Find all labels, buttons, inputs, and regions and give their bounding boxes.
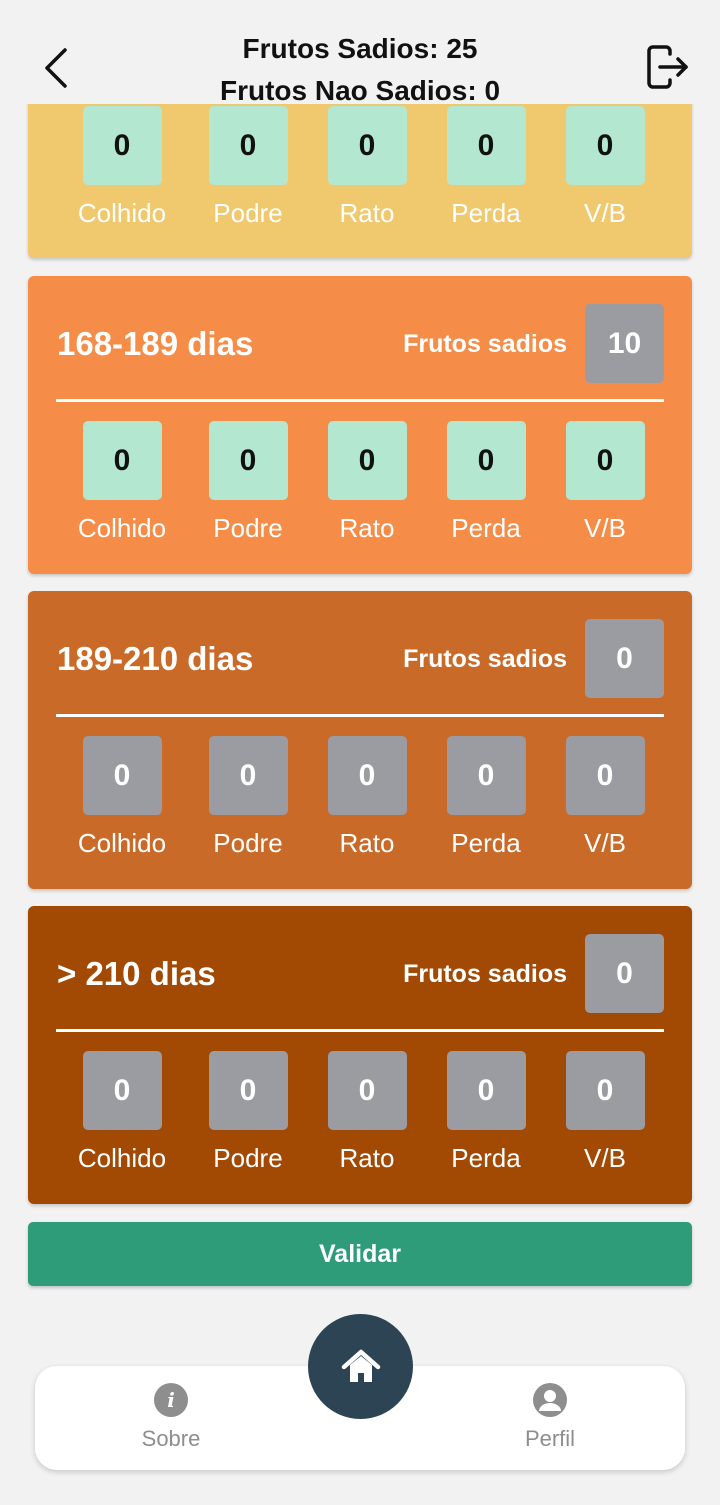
count-colhido: 0 Colhido bbox=[60, 106, 184, 228]
count-podre-label: Podre bbox=[213, 198, 283, 228]
count-podre-label: Podre bbox=[213, 828, 283, 858]
count-rato: 0 Rato bbox=[305, 106, 429, 228]
count-podre-input[interactable]: 0 bbox=[208, 1051, 288, 1130]
count-perda-input[interactable]: 0 bbox=[446, 421, 526, 500]
count-perda-input[interactable]: 0 bbox=[446, 1051, 526, 1130]
app-header: Frutos Sadios: 25 Frutos Nao Sadios: 0 bbox=[0, 0, 720, 106]
count-podre: 0 Podre bbox=[186, 106, 310, 228]
count-rato: 0 Rato bbox=[305, 1051, 429, 1173]
count-vb: 0 V/B bbox=[543, 736, 667, 858]
nav-sobre-label: Sobre bbox=[141, 1426, 201, 1451]
count-podre: 0 Podre bbox=[186, 1051, 310, 1173]
count-rato-label: Rato bbox=[339, 828, 395, 858]
count-colhido-input[interactable]: 0 bbox=[82, 106, 162, 185]
count-colhido-input[interactable]: 0 bbox=[82, 736, 162, 815]
age-card-210-plus: > 210 dias Frutos sadios 0 0 Colhido 0 P… bbox=[28, 906, 692, 1204]
header-title: Frutos Sadios: 25 Frutos Nao Sadios: 0 bbox=[0, 28, 720, 112]
nav-perfil-label: Perfil bbox=[524, 1426, 576, 1451]
count-rato-input[interactable]: 0 bbox=[327, 736, 407, 815]
count-podre-label: Podre bbox=[213, 1143, 283, 1173]
card-title: > 210 dias bbox=[57, 955, 216, 992]
age-card-189-210: 189-210 dias Frutos sadios 0 0 Colhido 0… bbox=[28, 591, 692, 889]
count-rato-input[interactable]: 0 bbox=[327, 1051, 407, 1130]
count-colhido-label: Colhido bbox=[77, 198, 167, 228]
card-divider bbox=[56, 714, 664, 717]
count-vb-input[interactable]: 0 bbox=[565, 421, 645, 500]
count-rato-input[interactable]: 0 bbox=[327, 106, 407, 185]
card-title: 168-189 dias bbox=[57, 325, 254, 362]
info-icon: i bbox=[154, 1383, 188, 1417]
count-perda: 0 Perda bbox=[424, 1051, 548, 1173]
count-colhido-label: Colhido bbox=[77, 513, 167, 543]
count-podre: 0 Podre bbox=[186, 736, 310, 858]
card-title: 189-210 dias bbox=[57, 640, 254, 677]
frutos-sadios-label: Frutos sadios bbox=[403, 330, 567, 358]
frutos-sadios-value[interactable]: 0 bbox=[585, 934, 664, 1013]
count-vb-input[interactable]: 0 bbox=[565, 1051, 645, 1130]
count-vb: 0 V/B bbox=[543, 421, 667, 543]
frutos-sadios-label: Frutos sadios bbox=[403, 960, 567, 988]
count-rato-input[interactable]: 0 bbox=[327, 421, 407, 500]
count-vb: 0 V/B bbox=[543, 1051, 667, 1173]
count-podre-label: Podre bbox=[213, 513, 283, 543]
nav-perfil[interactable]: Perfil bbox=[480, 1380, 620, 1452]
count-perda-label: Perda bbox=[451, 1143, 521, 1173]
count-vb-input[interactable]: 0 bbox=[565, 736, 645, 815]
count-perda: 0 Perda bbox=[424, 106, 548, 228]
count-colhido: 0 Colhido bbox=[60, 421, 184, 543]
frutos-sadios-label: Frutos sadios bbox=[403, 645, 567, 673]
home-button[interactable] bbox=[308, 1314, 413, 1419]
count-perda-input[interactable]: 0 bbox=[446, 106, 526, 185]
frutos-sadios-total: Frutos Sadios: 25 bbox=[242, 33, 478, 64]
count-vb-input[interactable]: 0 bbox=[565, 106, 645, 185]
count-colhido: 0 Colhido bbox=[60, 1051, 184, 1173]
count-rato-label: Rato bbox=[339, 198, 395, 228]
nav-sobre[interactable]: i Sobre bbox=[101, 1380, 241, 1452]
logout-icon bbox=[647, 45, 688, 89]
count-rato-label: Rato bbox=[339, 513, 395, 543]
count-vb-label: V/B bbox=[584, 828, 626, 858]
count-perda-label: Perda bbox=[451, 513, 521, 543]
count-vb-label: V/B bbox=[584, 198, 626, 228]
count-colhido-label: Colhido bbox=[77, 828, 167, 858]
count-rato: 0 Rato bbox=[305, 421, 429, 543]
validar-button[interactable]: Validar bbox=[28, 1222, 692, 1286]
count-colhido-input[interactable]: 0 bbox=[82, 1051, 162, 1130]
count-perda: 0 Perda bbox=[424, 421, 548, 543]
count-podre-input[interactable]: 0 bbox=[208, 736, 288, 815]
count-perda-input[interactable]: 0 bbox=[446, 736, 526, 815]
age-card-168-189: 168-189 dias Frutos sadios 10 0 Colhido … bbox=[28, 276, 692, 574]
svg-text:i: i bbox=[167, 1388, 175, 1412]
count-vb-label: V/B bbox=[584, 1143, 626, 1173]
count-podre-input[interactable]: 0 bbox=[208, 106, 288, 185]
frutos-nao-sadios-total: Frutos Nao Sadios: 0 bbox=[219, 75, 501, 106]
count-perda-label: Perda bbox=[451, 198, 521, 228]
count-vb: 0 V/B bbox=[543, 106, 667, 228]
user-icon bbox=[533, 1383, 567, 1417]
card-divider bbox=[56, 399, 664, 402]
count-perda-label: Perda bbox=[451, 828, 521, 858]
frutos-sadios-value[interactable]: 10 bbox=[585, 304, 664, 383]
count-colhido: 0 Colhido bbox=[60, 736, 184, 858]
count-colhido-label: Colhido bbox=[77, 1143, 167, 1173]
app-screen: 0 Colhido 0 Podre 0 Rato 0 Perda 0 V/B 1… bbox=[0, 0, 720, 1505]
card-divider bbox=[56, 1029, 664, 1032]
count-perda: 0 Perda bbox=[424, 736, 548, 858]
home-icon bbox=[341, 1349, 380, 1382]
count-vb-label: V/B bbox=[584, 513, 626, 543]
logout-button[interactable] bbox=[644, 42, 692, 92]
count-rato: 0 Rato bbox=[305, 736, 429, 858]
count-podre: 0 Podre bbox=[186, 421, 310, 543]
frutos-sadios-value[interactable]: 0 bbox=[585, 619, 664, 698]
count-colhido-input[interactable]: 0 bbox=[82, 421, 162, 500]
count-podre-input[interactable]: 0 bbox=[208, 421, 288, 500]
count-rato-label: Rato bbox=[339, 1143, 395, 1173]
